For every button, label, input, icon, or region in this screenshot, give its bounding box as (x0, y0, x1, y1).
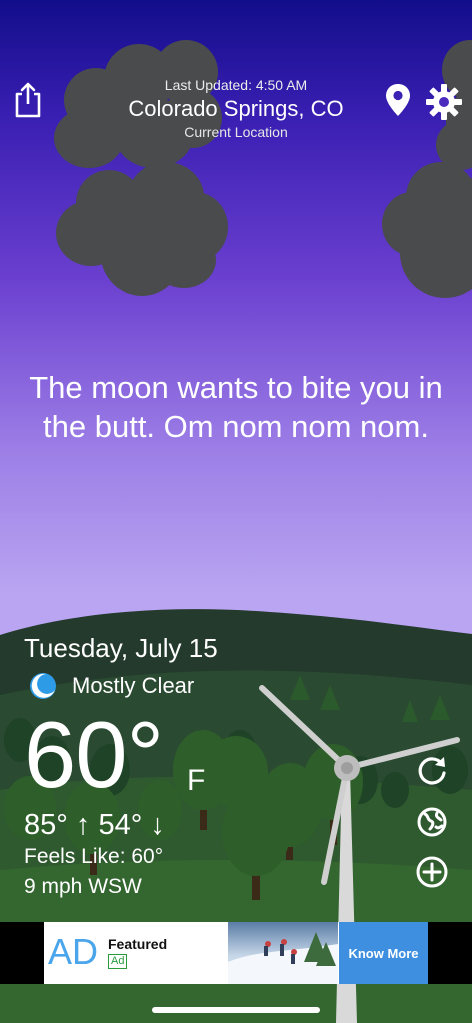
globe-button[interactable] (414, 804, 450, 840)
cloud-middle-left (52, 162, 232, 302)
condition-label: Mostly Clear (72, 673, 195, 698)
date-label: Tuesday, July 15 (24, 633, 218, 663)
moon-icon (30, 673, 56, 699)
refresh-button[interactable] (414, 752, 450, 788)
high-low: 85° ↑ 54° ↓ (24, 809, 165, 841)
current-weather: Tuesday, July 15 Mostly Clear 60° F 85° … (24, 632, 324, 902)
ad-banner: AD Featured Ad Know More (0, 922, 472, 984)
ad-title: Featured (108, 936, 168, 952)
ad-badge: Ad (108, 954, 128, 969)
know-more-button[interactable]: Know More (339, 922, 428, 984)
location-button[interactable] (384, 82, 412, 118)
ad-logo: AD (48, 931, 99, 972)
forecast-message: The moon wants to bite you in the butt. … (29, 370, 443, 444)
current-location-label: Current Location (184, 124, 288, 140)
temperature-block: 60° F (24, 704, 324, 806)
ad-content[interactable]: AD Featured Ad Know More (44, 922, 428, 984)
wind-info: 9 mph WSW (24, 875, 142, 898)
plus-circle-icon (416, 856, 448, 888)
location-pin-icon (386, 84, 410, 116)
feels-like: Feels Like: 60° (24, 845, 164, 868)
cloud-right (380, 158, 472, 308)
temperature-unit[interactable]: F (187, 764, 205, 798)
temperature-value: 60° (24, 702, 164, 807)
condition-row: Mostly Clear (24, 670, 324, 702)
ad-image (228, 922, 338, 984)
add-location-button[interactable] (414, 854, 450, 890)
settings-button[interactable] (424, 82, 464, 122)
globe-icon (417, 807, 447, 837)
refresh-icon (418, 757, 446, 785)
home-indicator[interactable] (152, 1007, 320, 1013)
gear-icon (426, 84, 462, 120)
ad-image-graphic (228, 932, 338, 984)
